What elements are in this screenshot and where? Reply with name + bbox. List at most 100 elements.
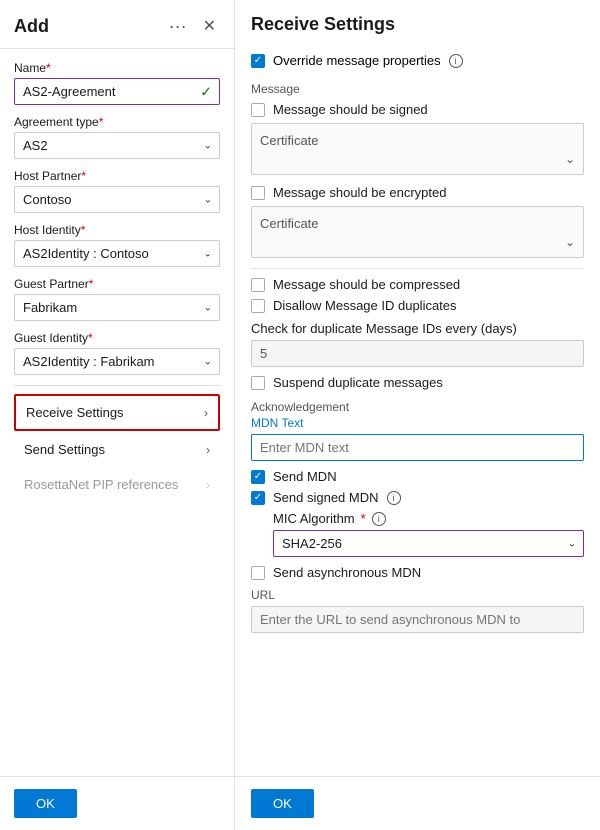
mic-label-row: MIC Algorithm * i (273, 511, 584, 526)
host-identity-select[interactable]: AS2Identity : Contoso (14, 240, 220, 267)
message-section-label: Message (251, 82, 584, 96)
send-signed-mdn-checkbox[interactable]: ✓ (251, 491, 265, 505)
more-options-icon[interactable]: ··· (169, 16, 187, 37)
mic-dropdown-wrapper: SHA2-256 SHA1 MD5 ⌄ (273, 530, 584, 557)
override-row: ✓ Override message properties i (251, 53, 584, 68)
guest-partner-label: Guest Partner* (14, 277, 220, 291)
disallow-duplicates-row: Disallow Message ID duplicates (251, 298, 584, 313)
send-async-mdn-row: Send asynchronous MDN (251, 565, 584, 580)
send-signed-mdn-row: ✓ Send signed MDN i (251, 490, 584, 505)
nav-item-rosetta[interactable]: RosettaNet PIP references › (14, 468, 220, 501)
host-identity-label: Host Identity* (14, 223, 220, 237)
mic-algorithm-section: MIC Algorithm * i SHA2-256 SHA1 MD5 ⌄ (273, 511, 584, 557)
send-signed-mdn-info-icon[interactable]: i (387, 491, 401, 505)
divider-1 (251, 268, 584, 269)
msg-signed-label: Message should be signed (273, 102, 428, 117)
acknowledgement-label: Acknowledgement (251, 400, 584, 414)
guest-identity-field-group: Guest Identity* AS2Identity : Fabrikam ⌄ (14, 331, 220, 375)
right-content: ✓ Override message properties i Message … (235, 45, 600, 776)
host-partner-select-wrapper: Contoso ⌄ (14, 186, 220, 213)
disallow-duplicates-label: Disallow Message ID duplicates (273, 298, 457, 313)
certificate2-label: Certificate (252, 211, 583, 233)
agreement-type-select[interactable]: AS2 (14, 132, 220, 159)
send-mdn-label: Send MDN (273, 469, 337, 484)
name-input[interactable] (14, 78, 220, 105)
agreement-type-field-group: Agreement type* AS2 ⌄ (14, 115, 220, 159)
certificate1-inner: Certificate ⌄ (252, 124, 583, 174)
guest-identity-select-wrapper: AS2Identity : Fabrikam ⌄ (14, 348, 220, 375)
host-partner-label: Host Partner* (14, 169, 220, 183)
nav-receive-chevron-icon: › (204, 406, 208, 420)
mdn-text-input[interactable] (251, 434, 584, 461)
left-footer: OK (0, 776, 234, 830)
override-label: Override message properties (273, 53, 441, 68)
check-duplicate-label: Check for duplicate Message IDs every (d… (251, 321, 584, 336)
days-input-wrapper (251, 340, 584, 367)
right-panel-title: Receive Settings (251, 14, 395, 34)
send-mdn-row: ✓ Send MDN (251, 469, 584, 484)
msg-compressed-label: Message should be compressed (273, 277, 460, 292)
name-field-group: Name* ✓ (14, 61, 220, 105)
mic-algorithm-label: MIC Algorithm (273, 511, 355, 526)
send-mdn-checkbox[interactable]: ✓ (251, 470, 265, 484)
certificate2-chevron-icon: ⌄ (565, 235, 575, 249)
guest-partner-select[interactable]: Fabrikam (14, 294, 220, 321)
override-info-icon[interactable]: i (449, 54, 463, 68)
override-check-icon: ✓ (254, 55, 262, 66)
certificate1-box: Certificate ⌄ (251, 123, 584, 175)
msg-encrypted-checkbox[interactable] (251, 186, 265, 200)
msg-compressed-row: Message should be compressed (251, 277, 584, 292)
left-header: Add ··· ✕ (0, 0, 234, 49)
mic-required-star: * (361, 511, 366, 526)
name-input-wrapper: ✓ (14, 78, 220, 105)
certificate2-inner: Certificate ⌄ (252, 207, 583, 257)
send-mdn-check-icon: ✓ (254, 471, 262, 482)
url-label: URL (251, 588, 584, 602)
name-label: Name* (14, 61, 220, 75)
nav-rosetta-chevron-icon: › (206, 478, 210, 492)
send-signed-mdn-check-icon: ✓ (254, 492, 262, 503)
close-button[interactable]: ✕ (199, 14, 220, 38)
nav-item-receive[interactable]: Receive Settings › (14, 394, 220, 431)
right-ok-button[interactable]: OK (251, 789, 314, 818)
disallow-duplicates-checkbox[interactable] (251, 299, 265, 313)
certificate1-label: Certificate (252, 128, 583, 150)
suspend-duplicates-checkbox[interactable] (251, 376, 265, 390)
url-input[interactable] (251, 606, 584, 633)
suspend-duplicates-row: Suspend duplicate messages (251, 375, 584, 390)
msg-signed-checkbox[interactable] (251, 103, 265, 117)
acknowledgement-section: Acknowledgement MDN Text ✓ Send MDN ✓ Se… (251, 400, 584, 633)
host-identity-select-wrapper: AS2Identity : Contoso ⌄ (14, 240, 220, 267)
send-async-mdn-checkbox[interactable] (251, 566, 265, 580)
url-section: URL (251, 588, 584, 633)
mic-info-icon[interactable]: i (372, 512, 386, 526)
agreement-type-select-wrapper: AS2 ⌄ (14, 132, 220, 159)
days-input[interactable] (251, 340, 584, 367)
msg-encrypted-row: Message should be encrypted (251, 185, 584, 200)
guest-identity-select[interactable]: AS2Identity : Fabrikam (14, 348, 220, 375)
left-panel: Add ··· ✕ Name* ✓ Agreement type* AS2 ⌄ (0, 0, 235, 830)
host-partner-field-group: Host Partner* Contoso ⌄ (14, 169, 220, 213)
certificate1-chevron: ⌄ (252, 150, 583, 170)
certificate1-chevron-icon: ⌄ (565, 152, 575, 166)
left-ok-button[interactable]: OK (14, 789, 77, 818)
host-partner-select[interactable]: Contoso (14, 186, 220, 213)
right-header: Receive Settings (235, 0, 600, 45)
nav-send-chevron-icon: › (206, 443, 210, 457)
guest-partner-field-group: Guest Partner* Fabrikam ⌄ (14, 277, 220, 321)
nav-divider (14, 385, 220, 386)
certificate2-chevron: ⌄ (252, 233, 583, 253)
send-async-mdn-label: Send asynchronous MDN (273, 565, 421, 580)
nav-item-send[interactable]: Send Settings › (14, 433, 220, 466)
mic-algorithm-select[interactable]: SHA2-256 SHA1 MD5 (273, 530, 584, 557)
host-identity-field-group: Host Identity* AS2Identity : Contoso ⌄ (14, 223, 220, 267)
mdn-text-label: MDN Text (251, 416, 584, 430)
nav-rosetta-label: RosettaNet PIP references (24, 477, 178, 492)
msg-encrypted-label: Message should be encrypted (273, 185, 446, 200)
nav-receive-label: Receive Settings (26, 405, 124, 420)
msg-compressed-checkbox[interactable] (251, 278, 265, 292)
right-panel: Receive Settings ✓ Override message prop… (235, 0, 600, 830)
right-footer: OK (235, 776, 600, 830)
override-checkbox[interactable]: ✓ (251, 54, 265, 68)
name-check-icon: ✓ (200, 83, 212, 100)
